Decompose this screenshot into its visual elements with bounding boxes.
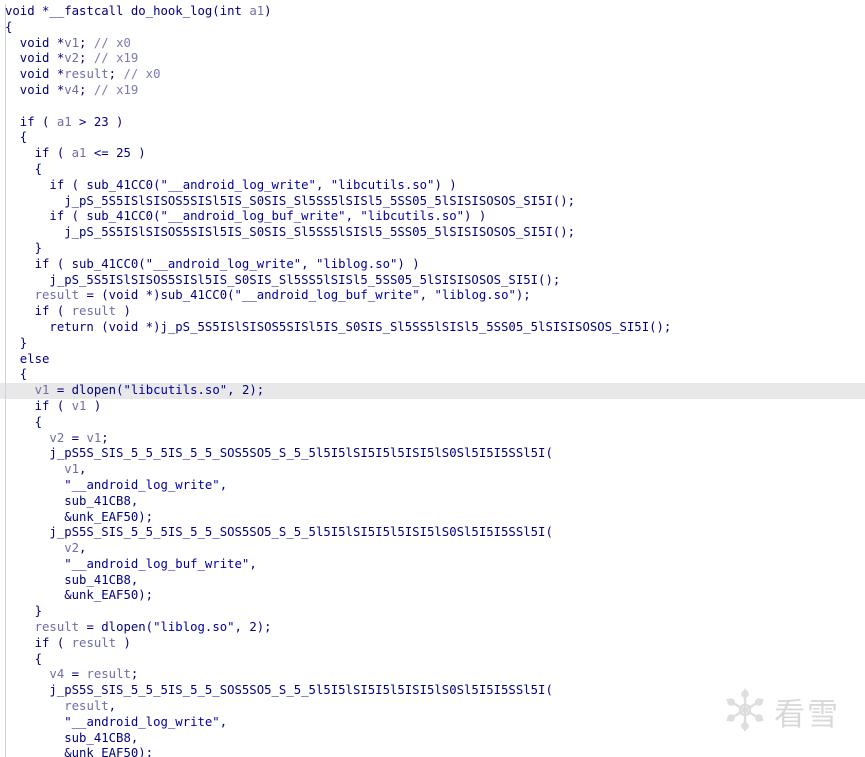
code-line[interactable]: { <box>5 652 671 668</box>
code-line[interactable]: } <box>5 336 671 352</box>
pseudocode-view[interactable]: void *__fastcall do_hook_log(int a1){ vo… <box>0 0 865 757</box>
code-line[interactable]: v4 = result; <box>5 667 671 683</box>
code-line[interactable]: if ( sub_41CC0("__android_log_buf_write"… <box>5 209 671 225</box>
code-line[interactable]: { <box>5 415 671 431</box>
code-line[interactable]: v1, <box>5 462 671 478</box>
code-line[interactable]: result = dlopen("liblog.so", 2); <box>5 620 671 636</box>
code-line[interactable]: { <box>5 130 671 146</box>
code-line[interactable]: if ( a1 > 23 ) <box>5 115 671 131</box>
code-line[interactable]: j_pS5S_SIS_5_5_5IS_5_5_SOS5SO5_S_5_5l5I5… <box>5 446 671 462</box>
code-line[interactable]: v2, <box>5 541 671 557</box>
code-line[interactable]: void *result; // x0 <box>5 67 671 83</box>
code-line[interactable]: j_pS_5S5ISlSISOS5SISl5IS_S0SIS_Sl5SS5lSI… <box>5 273 671 289</box>
code-line[interactable]: } <box>5 604 671 620</box>
code-line[interactable]: { <box>5 20 671 36</box>
code-line[interactable]: &unk_EAF50); <box>5 510 671 526</box>
code-line[interactable]: void *v1; // x0 <box>5 36 671 52</box>
code-line[interactable]: if ( result ) <box>5 636 671 652</box>
code-line[interactable]: if ( a1 <= 25 ) <box>5 146 671 162</box>
code-line[interactable]: if ( sub_41CC0("__android_log_write", "l… <box>5 257 671 273</box>
code-line[interactable]: void *v4; // x19 <box>5 83 671 99</box>
code-line[interactable]: &unk_EAF50); <box>5 746 671 757</box>
code-line[interactable]: if ( result ) <box>5 304 671 320</box>
code-line[interactable]: "__android_log_buf_write", <box>5 557 671 573</box>
watermark: 看雪 <box>722 685 862 735</box>
code-line[interactable]: v2 = v1; <box>5 431 671 447</box>
code-line[interactable]: { <box>5 162 671 178</box>
code-line[interactable]: { <box>5 367 671 383</box>
code-line[interactable]: "__android_log_write", <box>5 478 671 494</box>
code-line[interactable]: if ( sub_41CC0("__android_log_write", "l… <box>5 178 671 194</box>
code-line[interactable]: sub_41CB8, <box>5 494 671 510</box>
code-lines[interactable]: void *__fastcall do_hook_log(int a1){ vo… <box>5 4 671 757</box>
code-line[interactable]: j_pS5S_SIS_5_5_5IS_5_5_SOS5SO5_S_5_5l5I5… <box>5 683 671 699</box>
code-line[interactable]: sub_41CB8, <box>5 731 671 747</box>
code-line[interactable]: void *v2; // x19 <box>5 51 671 67</box>
code-line[interactable]: return (void *)j_pS_5S5ISlSISOS5SISl5IS_… <box>5 320 671 336</box>
watermark-text: 看雪 <box>774 697 840 733</box>
code-line[interactable]: result = (void *)sub_41CC0("__android_lo… <box>5 288 671 304</box>
code-line[interactable]: if ( v1 ) <box>5 399 671 415</box>
code-line[interactable] <box>5 99 671 115</box>
code-line[interactable]: j_pS_5S5ISlSISOS5SISl5IS_S0SIS_Sl5SS5lSI… <box>5 225 671 241</box>
code-line[interactable]: void *__fastcall do_hook_log(int a1) <box>5 4 671 20</box>
code-line[interactable]: "__android_log_write", <box>5 715 671 731</box>
snowflake-icon <box>726 688 764 732</box>
code-line[interactable]: v1 = dlopen("libcutils.so", 2); <box>5 383 671 399</box>
code-line[interactable]: j_pS5S_SIS_5_5_5IS_5_5_SOS5SO5_S_5_5l5I5… <box>5 525 671 541</box>
code-line[interactable]: sub_41CB8, <box>5 573 671 589</box>
code-line[interactable]: j_pS_5S5ISlSISOS5SISl5IS_S0SIS_Sl5SS5lSI… <box>5 194 671 210</box>
code-line[interactable]: else <box>5 352 671 368</box>
code-line[interactable]: result, <box>5 699 671 715</box>
code-line[interactable]: } <box>5 241 671 257</box>
code-line[interactable]: &unk_EAF50); <box>5 588 671 604</box>
